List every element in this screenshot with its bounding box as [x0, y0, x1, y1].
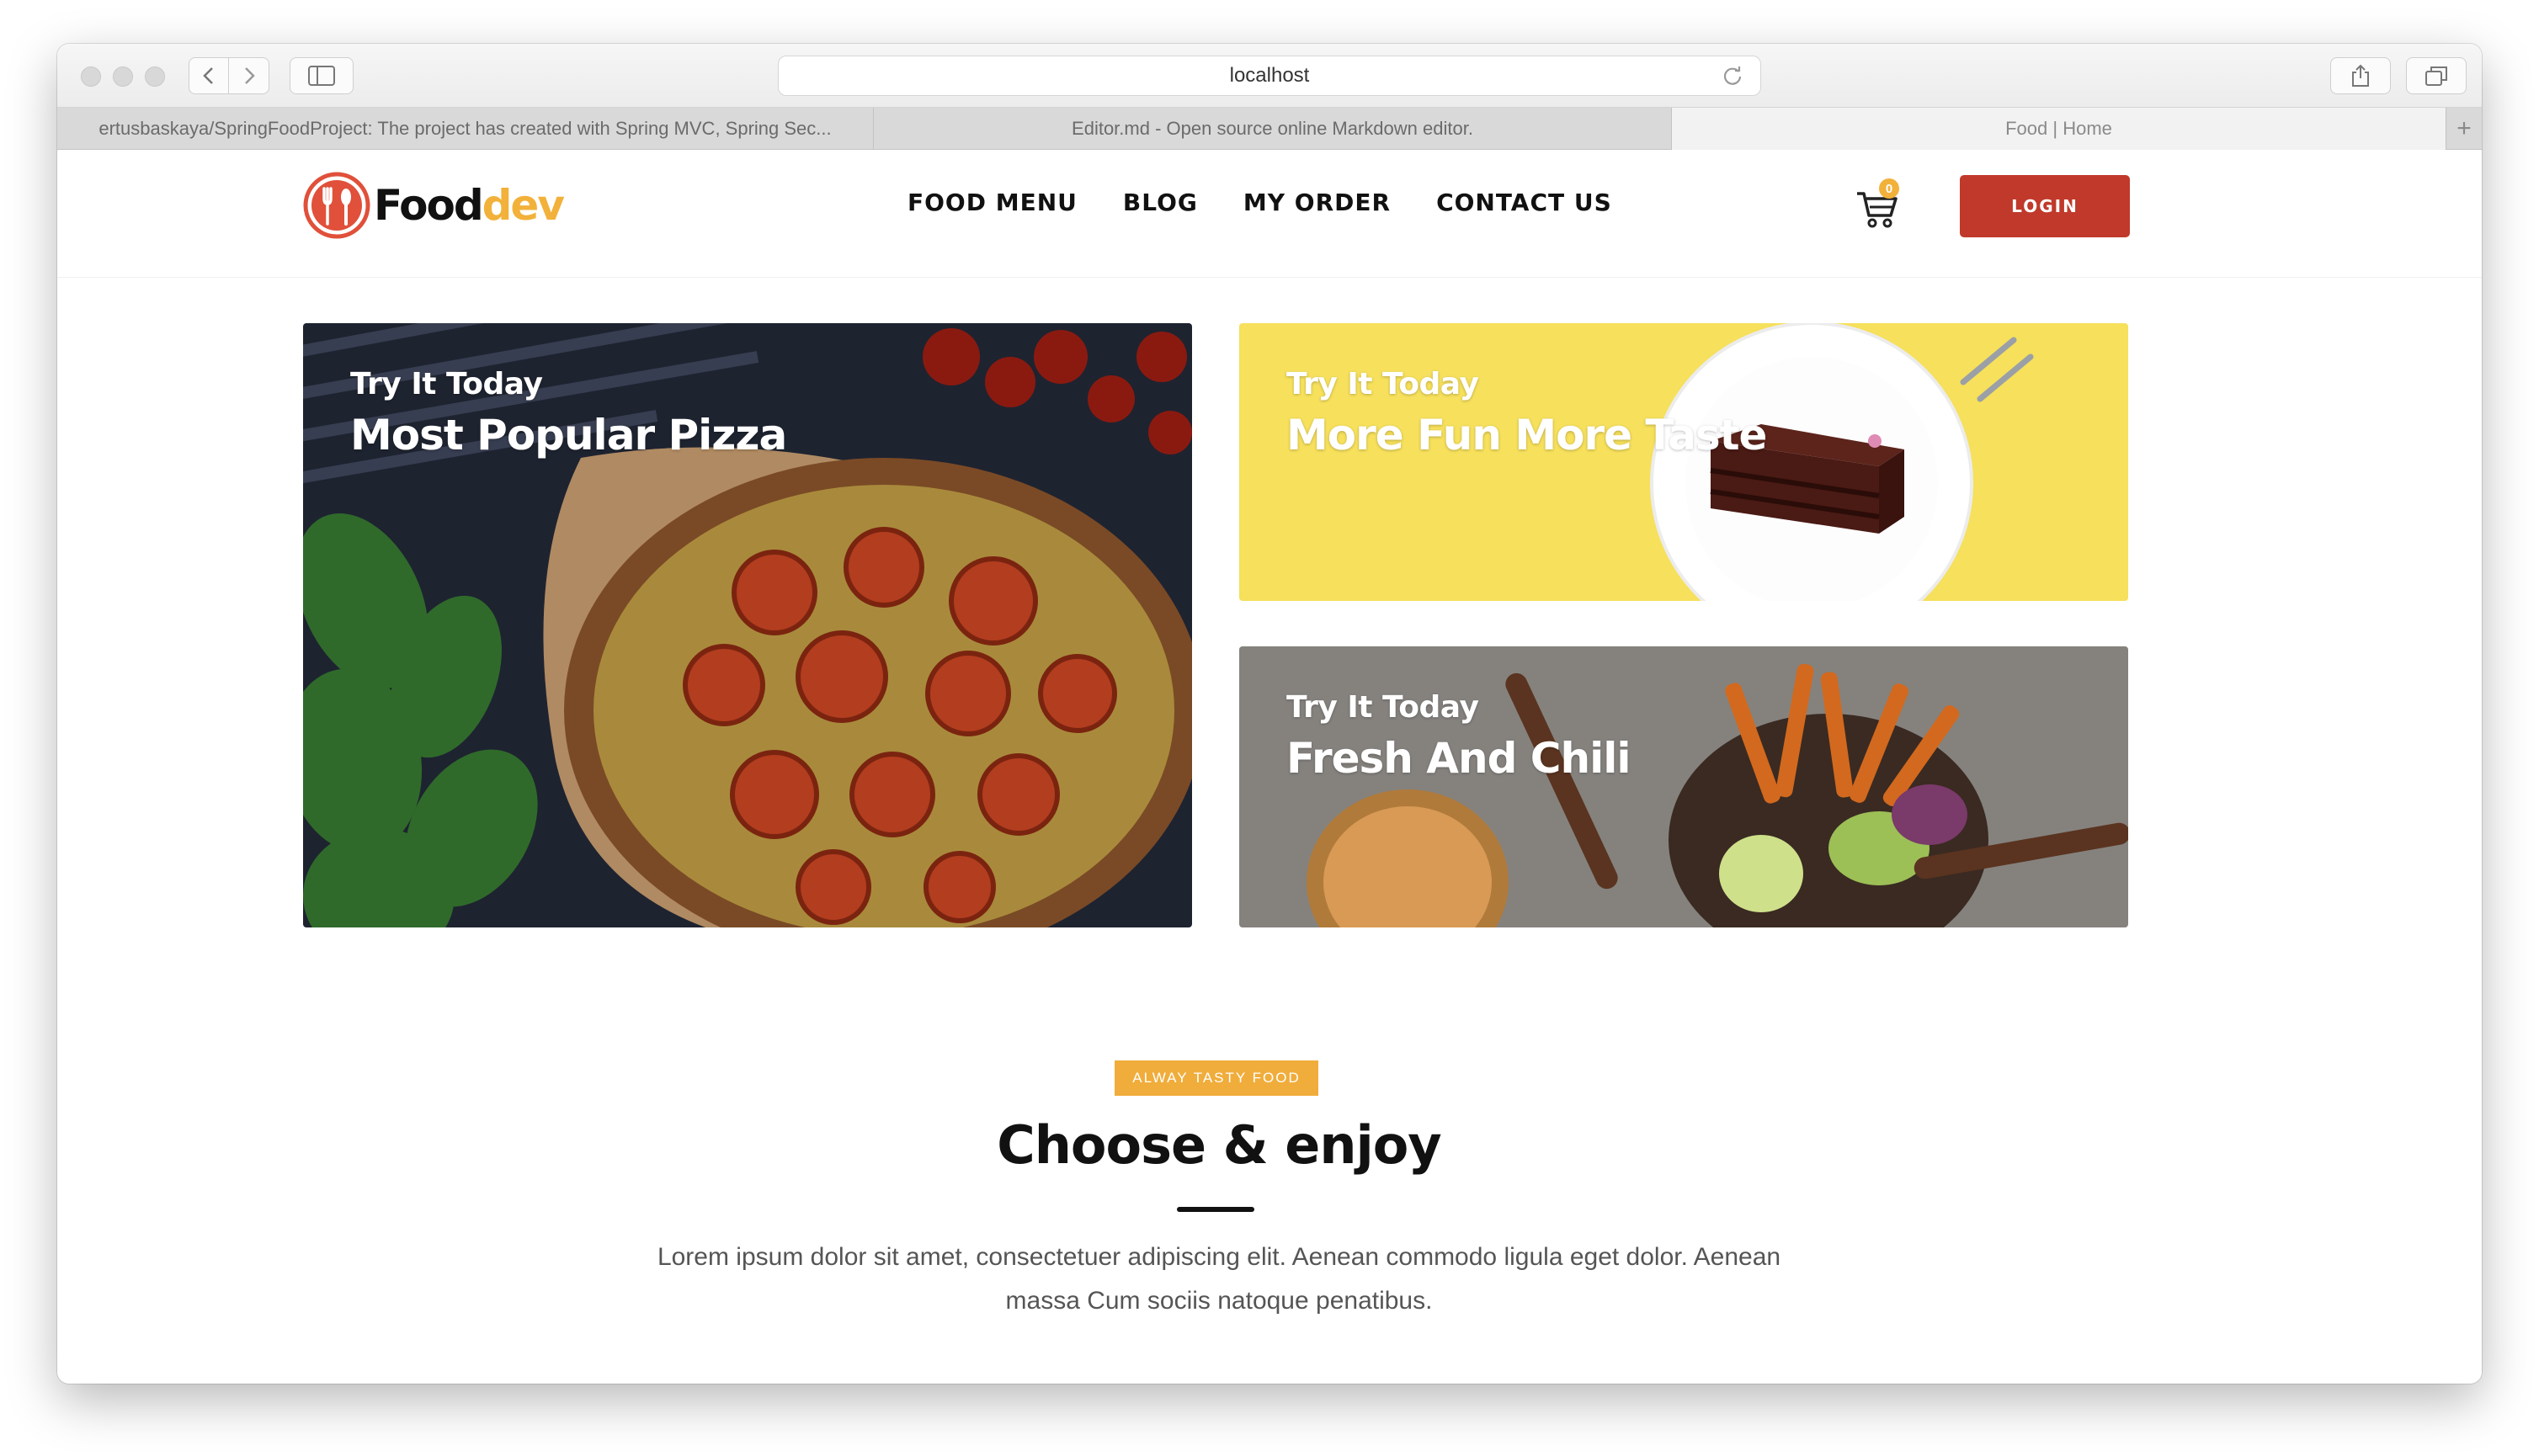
- site-logo[interactable]: Fooddev: [303, 170, 565, 241]
- tab-title: ertusbaskaya/SpringFoodProject: The proj…: [98, 118, 832, 139]
- cake-image: [1239, 323, 2128, 601]
- section-title: Choose & enjoy: [997, 1114, 1441, 1176]
- browser-tab[interactable]: Editor.md - Open source online Markdown …: [874, 108, 1672, 150]
- reload-icon[interactable]: [1720, 63, 1745, 88]
- description-line: Lorem ipsum dolor sit amet, consectetuer…: [657, 1243, 1781, 1271]
- banner-kicker: Try It Today: [1286, 367, 1479, 401]
- fork-spoon-logo-icon: [303, 172, 370, 239]
- tab-title: Editor.md - Open source online Markdown …: [1072, 118, 1473, 139]
- chili-bowl-image: [1239, 646, 2128, 927]
- url-text: localhost: [1229, 64, 1310, 87]
- section-tag-badge: ALWAY TASTY FOOD: [1115, 1060, 1318, 1096]
- nav-contact-us[interactable]: CONTACT US: [1436, 189, 1612, 216]
- cart-count-badge: 0: [1879, 178, 1899, 199]
- main-navigation: FOOD MENU BLOG MY ORDER CONTACT US: [908, 189, 1612, 216]
- browser-titlebar: localhost: [57, 44, 2482, 108]
- web-page: Fooddev FOOD MENU BLOG MY ORDER CONTACT …: [57, 150, 2482, 1384]
- zoom-window-button[interactable]: [145, 66, 165, 87]
- nav-my-order[interactable]: MY ORDER: [1243, 189, 1391, 216]
- logo-text-food: Food: [374, 181, 484, 230]
- minimize-window-button[interactable]: [113, 66, 133, 87]
- browser-tab-active[interactable]: Food | Home: [1672, 108, 2446, 150]
- sidebar-icon: [308, 66, 335, 86]
- banner-title: Fresh And Chili: [1286, 734, 1631, 783]
- chevron-left-icon: [203, 67, 213, 84]
- tabs-overview-icon: [2425, 66, 2447, 86]
- browser-tab[interactable]: ertusbaskaya/SpringFoodProject: The proj…: [57, 108, 874, 150]
- sidebar-toggle-button[interactable]: [290, 57, 354, 94]
- address-bar[interactable]: localhost: [778, 56, 1761, 96]
- tab-title: Food | Home: [2005, 118, 2112, 139]
- logo-text-dev: dev: [482, 181, 565, 230]
- title-divider: [1177, 1207, 1254, 1212]
- browser-window: localhost ertusbaskaya/SpringFoodProject…: [57, 44, 2482, 1384]
- new-tab-button[interactable]: +: [2446, 108, 2482, 149]
- logo-wordmark: Fooddev: [374, 181, 565, 230]
- banner-chili[interactable]: Try It Today Fresh And Chili: [1239, 646, 2128, 927]
- section-description: Lorem ipsum dolor sit amet, consectetuer…: [579, 1235, 1859, 1323]
- description-line: massa Cum sociis natoque penatibus.: [1005, 1287, 1433, 1315]
- banner-pizza[interactable]: Try It Today Most Popular Pizza: [303, 323, 1192, 927]
- forward-button[interactable]: [229, 57, 269, 94]
- banner-kicker: Try It Today: [1286, 690, 1479, 725]
- nav-food-menu[interactable]: FOOD MENU: [908, 189, 1078, 216]
- banner-cake[interactable]: Try It Today More Fun More Taste: [1239, 323, 2128, 601]
- banner-title: Most Popular Pizza: [350, 411, 787, 460]
- browser-tab-bar: ertusbaskaya/SpringFoodProject: The proj…: [57, 108, 2482, 150]
- share-icon: [2352, 64, 2369, 87]
- plus-icon: +: [2456, 114, 2472, 142]
- login-button[interactable]: LOGIN: [1960, 175, 2130, 237]
- site-header: Fooddev FOOD MENU BLOG MY ORDER CONTACT …: [57, 150, 2482, 278]
- banner-kicker: Try It Today: [350, 367, 543, 401]
- chevron-right-icon: [244, 67, 255, 84]
- show-tabs-button[interactable]: [2406, 57, 2467, 94]
- back-button[interactable]: [189, 57, 229, 94]
- nav-blog[interactable]: BLOG: [1123, 189, 1198, 216]
- close-window-button[interactable]: [81, 66, 101, 87]
- share-button[interactable]: [2330, 57, 2391, 94]
- banner-title: More Fun More Taste: [1286, 411, 1767, 460]
